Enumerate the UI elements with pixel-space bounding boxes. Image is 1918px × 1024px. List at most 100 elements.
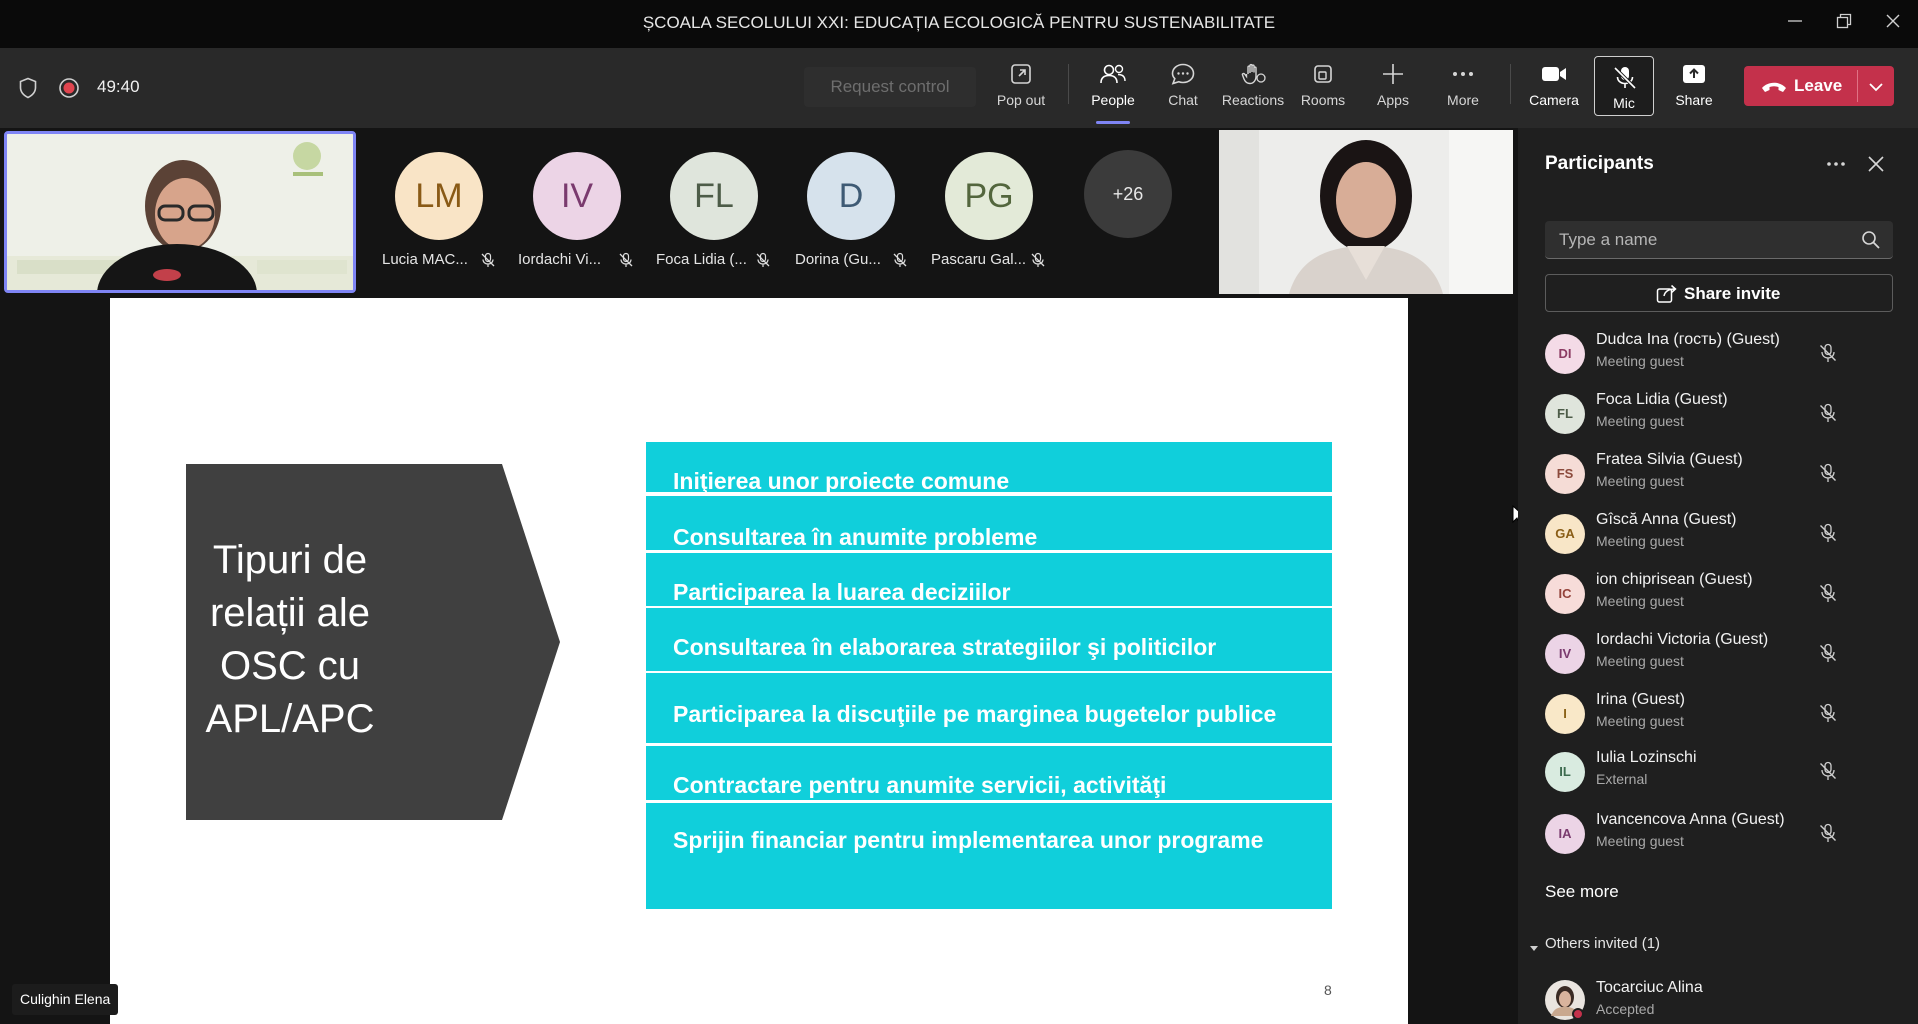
shield-icon xyxy=(18,77,38,104)
meeting-timer: 49:40 xyxy=(97,77,140,96)
participant-row[interactable]: IA Ivancencova Anna (Guest) Meeting gues… xyxy=(1518,806,1918,866)
mic-label: Mic xyxy=(1613,95,1635,111)
participant-row[interactable]: I Irina (Guest) Meeting guest xyxy=(1518,686,1918,746)
leave-divider xyxy=(1857,70,1858,102)
participant-name: Foca Lidia (... xyxy=(656,251,747,268)
more-participants-badge[interactable]: +26 xyxy=(1084,150,1172,238)
people-icon xyxy=(1100,64,1126,84)
presenter-name-label: Culighin Elena xyxy=(12,984,119,1015)
participant-avatar[interactable]: LM xyxy=(395,152,483,240)
participant-role: Meeting guest xyxy=(1596,653,1684,669)
apps-button[interactable]: Apps xyxy=(1358,62,1428,120)
participant-name: Iordachi Vi... xyxy=(518,251,602,268)
participant-avatar[interactable]: FL xyxy=(670,152,758,240)
minimize-icon xyxy=(1788,20,1802,22)
chat-button[interactable]: Chat xyxy=(1148,62,1218,120)
participant-name: Dorina (Gu... xyxy=(795,251,881,268)
participant-video-feed xyxy=(1219,130,1513,294)
caret-down-icon xyxy=(1530,946,1538,951)
participant-row[interactable]: GA Gîscă Anna (Guest) Meeting guest xyxy=(1518,506,1918,566)
mic-off-icon xyxy=(1031,252,1045,267)
participant-row[interactable]: DI Dudca Ina (гость) (Guest) Meeting gue… xyxy=(1518,326,1918,386)
see-more-link[interactable]: See more xyxy=(1545,882,1619,902)
participant-name: Iordachi Victoria (Guest) xyxy=(1596,631,1769,648)
minimize-button[interactable] xyxy=(1780,10,1810,36)
participant-row[interactable]: FS Fratea Silvia (Guest) Meeting guest xyxy=(1518,446,1918,506)
participant-avatar: IC xyxy=(1545,574,1585,614)
restore-icon xyxy=(1836,13,1852,29)
restore-button[interactable] xyxy=(1829,10,1859,36)
camera-button[interactable]: Camera xyxy=(1519,62,1589,120)
panel-more-options-button[interactable] xyxy=(1822,150,1850,178)
close-panel-button[interactable] xyxy=(1862,150,1890,178)
participant-role: Meeting guest xyxy=(1596,533,1684,549)
shared-slide: Tipuri de relații ale OSC cu APL/APC Ini… xyxy=(110,298,1408,1024)
share-button[interactable]: Share xyxy=(1659,62,1729,120)
share-arrow-icon xyxy=(1656,284,1677,303)
mic-off-icon xyxy=(1820,761,1836,780)
leave-button[interactable]: Leave xyxy=(1744,66,1894,106)
toolbar-divider xyxy=(1068,64,1069,104)
search-input[interactable] xyxy=(1559,229,1849,251)
slide-list-item: Iniţierea unor proiecte comune xyxy=(646,442,1332,494)
close-icon xyxy=(1868,156,1884,172)
participant-name: Fratea Silvia (Guest) xyxy=(1596,451,1743,468)
participant-row[interactable]: IL Iulia Lozinschi External xyxy=(1518,744,1918,804)
participant-name: Ivancencova Anna (Guest) xyxy=(1596,811,1785,828)
window-title-bar: ȘCOALA SECOLULUI XXI: EDUCAȚIA ECOLOGICĂ… xyxy=(0,0,1918,48)
more-label: More xyxy=(1447,92,1479,108)
slide-title: Tipuri de relații ale OSC cu APL/APC xyxy=(205,538,375,741)
reactions-label: Reactions xyxy=(1221,92,1285,108)
chevron-down-icon[interactable] xyxy=(1868,82,1884,92)
participant-name: Irina (Guest) xyxy=(1596,691,1685,708)
presenter-video-tile[interactable] xyxy=(4,131,356,293)
participant-avatar: FS xyxy=(1545,454,1585,494)
people-button[interactable]: People xyxy=(1078,62,1148,124)
collapse-section-toggle[interactable] xyxy=(1529,940,1539,958)
presenter-video-feed xyxy=(7,134,353,290)
mic-off-icon xyxy=(1820,583,1836,602)
participant-avatar[interactable]: PG xyxy=(945,152,1033,240)
mic-off-icon xyxy=(1613,66,1637,90)
chat-label: Chat xyxy=(1168,92,1198,108)
participant-row[interactable]: IV Iordachi Victoria (Guest) Meeting gue… xyxy=(1518,626,1918,686)
more-button[interactable]: More xyxy=(1428,62,1498,120)
rooms-icon xyxy=(1314,65,1332,83)
rooms-button[interactable]: Rooms xyxy=(1288,62,1358,120)
hang-up-icon xyxy=(1762,82,1786,92)
mic-off-icon xyxy=(1820,403,1836,422)
participant-role: Meeting guest xyxy=(1596,713,1684,729)
reactions-button[interactable]: Reactions xyxy=(1218,62,1288,120)
participant-avatar: IV xyxy=(1545,634,1585,674)
mic-button[interactable]: Mic xyxy=(1594,56,1654,116)
invited-row[interactable]: Tocarciuc Alina Accepted xyxy=(1518,974,1918,1024)
participant-name: Dudca Ina (гость) (Guest) xyxy=(1596,331,1780,348)
slide-list-item: Participarea la discuţiile pe marginea b… xyxy=(646,673,1332,743)
participant-row[interactable]: IC ion chiprisean (Guest) Meeting guest xyxy=(1518,566,1918,626)
participant-search[interactable] xyxy=(1545,221,1893,259)
pop-out-button[interactable]: Pop out xyxy=(986,62,1056,120)
participant-avatar: I xyxy=(1545,694,1585,734)
participant-avatar: GA xyxy=(1545,514,1585,554)
participant-row[interactable]: FL Foca Lidia (Guest) Meeting guest xyxy=(1518,386,1918,446)
request-control-button[interactable]: Request control xyxy=(804,67,976,107)
slide-list-item: Participarea la luarea deciziilor xyxy=(646,553,1332,606)
participant-role: Meeting guest xyxy=(1596,473,1684,489)
mic-off-icon xyxy=(1820,463,1836,482)
more-dots-icon xyxy=(1453,72,1473,76)
participant-name: Tocarciuc Alina xyxy=(1596,979,1703,996)
slide-list-item: Contractare pentru anumite servicii, act… xyxy=(646,746,1332,800)
camera-icon xyxy=(1542,67,1566,81)
camera-label: Camera xyxy=(1529,92,1579,108)
more-dots-icon xyxy=(1827,162,1845,166)
participant-avatar[interactable]: IV xyxy=(533,152,621,240)
participant-avatar[interactable]: D xyxy=(807,152,895,240)
mic-off-icon xyxy=(1820,523,1836,542)
plus-icon xyxy=(1383,64,1403,84)
participant-avatar: FL xyxy=(1545,394,1585,434)
pop-out-label: Pop out xyxy=(996,92,1046,108)
participant-video-tile[interactable] xyxy=(1219,130,1513,294)
close-window-button[interactable] xyxy=(1878,10,1908,36)
participant-name: Iulia Lozinschi xyxy=(1596,749,1697,766)
share-invite-button[interactable]: Share invite xyxy=(1545,274,1893,312)
